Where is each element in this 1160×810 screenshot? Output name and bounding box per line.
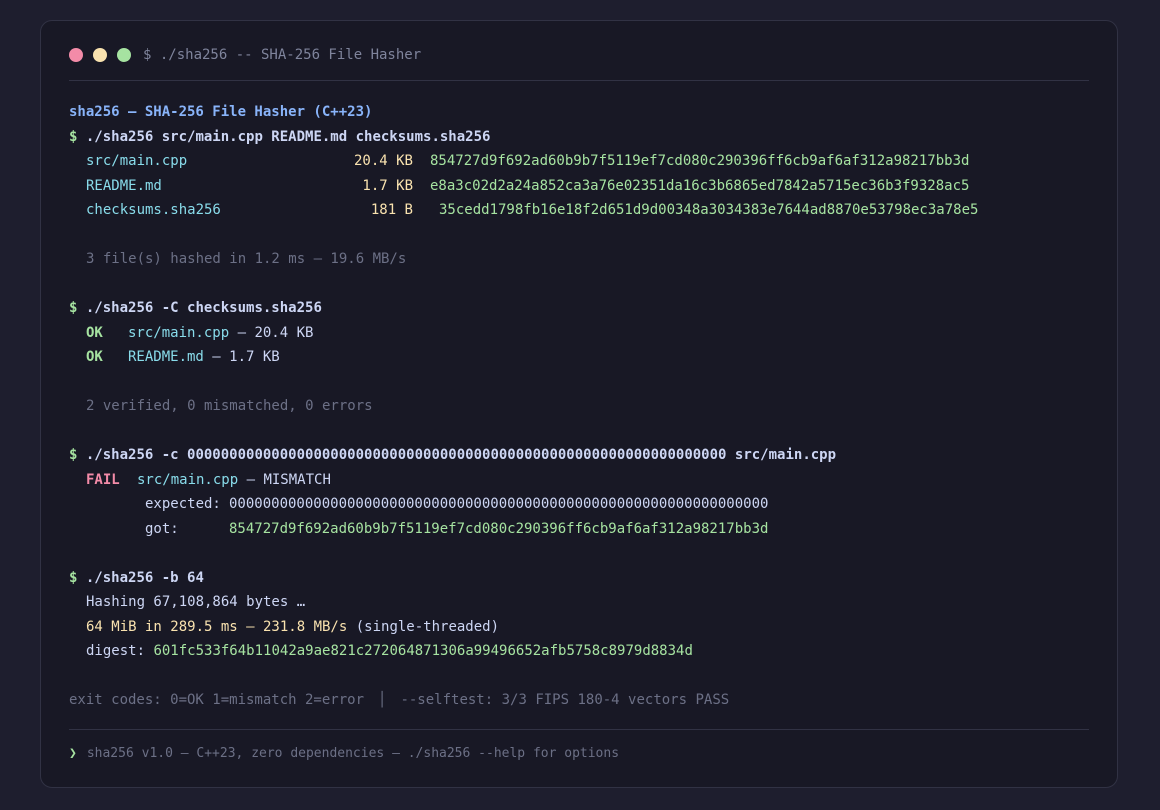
file-name: src/main.cpp: [86, 153, 188, 169]
file-size: 1.7 KB: [362, 177, 413, 194]
file-name: src/main.cpp: [137, 471, 239, 488]
expected-label: expected:: [145, 496, 221, 512]
status-ok-badge: OK: [86, 324, 103, 341]
command-line-check: $ ./sha256 -C checksums.sha256: [69, 296, 1089, 321]
command-text: ./sha256 src/main.cpp README.md checksum…: [85, 128, 491, 145]
hash-row: checksums.sha256 181 B 35cedd1798fb16e18f2…: [69, 198, 1089, 223]
verify-detail: — 20.4 KB: [229, 324, 314, 341]
status-ok-badge: OK: [86, 349, 103, 365]
got-value: 854727d9f692ad60b9b7f5119ef7cd080c290396…: [229, 520, 769, 537]
selftest-status: --selftest: 3/3 FIPS 180-4 vectors PASS: [400, 692, 730, 708]
file-name: README.md: [128, 349, 204, 365]
maximize-window-button[interactable]: [117, 48, 131, 62]
hash-row: README.md 1.7 KB e8a3c02d2a24a852ca3a76e02…: [69, 174, 1089, 199]
verify-row: OK src/main.cpp — 20.4 KB: [69, 321, 1089, 346]
benchmark-result: 64 MiB in 289.5 ms — 231.8 MB/s (single-…: [69, 615, 1089, 640]
file-hash: 35cedd1798fb16e18f2d651d9d00348a3034383e…: [439, 202, 979, 218]
got-label: got:: [145, 520, 179, 537]
terminal-window: $ ./sha256 -- SHA-256 File Hasher sha256…: [40, 20, 1118, 788]
digest-label: digest:: [86, 643, 146, 659]
title-bar: $ ./sha256 -- SHA-256 File Hasher: [69, 44, 1089, 66]
file-name: README.md: [86, 177, 162, 194]
terminal-output[interactable]: sha256 — SHA-256 File Hasher (C++23) $ .…: [69, 100, 1089, 713]
command-text: ./sha256 -C checksums.sha256: [85, 300, 322, 316]
expected-value: 0000000000000000000000000000000000000000…: [229, 496, 769, 512]
got-row: got: 854727d9f692ad60b9b7f5119ef7cd080c29…: [69, 517, 1089, 542]
file-hash: 854727d9f692ad60b9b7f5119ef7cd080c290396…: [430, 153, 970, 169]
minimize-window-button[interactable]: [93, 48, 107, 62]
expected-row: expected: 0000000000000000000000000000000…: [69, 492, 1089, 517]
program-header: sha256 — SHA-256 File Hasher (C++23): [69, 104, 373, 120]
hash-summary: 3 file(s) hashed in 1.2 ms — 19.6 MB/s: [86, 251, 407, 267]
prompt-symbol: $: [69, 128, 78, 145]
verify-summary: 2 verified, 0 mismatched, 0 errors: [86, 398, 373, 414]
verify-detail: — 1.7 KB: [203, 349, 280, 365]
digest-value: 601fc533f64b11042a9ae821c272064871306a99…: [153, 643, 693, 659]
hashing-progress: Hashing 67,108,864 bytes …: [86, 594, 306, 610]
command-line-benchmark: $ ./sha256 -b 64: [69, 566, 1089, 591]
footer: ❯ sha256 v1.0 — C++23, zero dependencies …: [69, 746, 619, 761]
chevron-icon: ❯: [69, 746, 77, 761]
prompt-symbol: $: [69, 569, 78, 586]
exit-codes: exit codes: 0=OK 1=mismatch 2=error: [69, 692, 365, 708]
file-hash: e8a3c02d2a24a852ca3a76e02351da16c3b6865e…: [430, 177, 970, 194]
status-fail-badge: FAIL: [86, 471, 120, 488]
command-line-hash: $ ./sha256 src/main.cpp README.md checks…: [69, 125, 1089, 150]
footer-text: sha256 v1.0 — C++23, zero dependencies —…: [86, 746, 620, 761]
mismatch-row: FAIL src/main.cpp — MISMATCH: [69, 468, 1089, 493]
file-name: src/main.cpp: [128, 324, 230, 341]
status-line: exit codes: 0=OK 1=mismatch 2=error │ --se…: [69, 688, 1089, 713]
file-name: checksums.sha256: [86, 202, 221, 218]
title-divider: [69, 80, 1089, 81]
verify-row: OK README.md — 1.7 KB: [69, 345, 1089, 370]
file-size: 20.4 KB: [353, 153, 413, 169]
close-window-button[interactable]: [69, 48, 83, 62]
prompt-symbol: $: [69, 447, 78, 463]
footer-divider: [69, 729, 1089, 730]
file-size: 181 B: [370, 202, 413, 218]
benchmark-note: (single-threaded): [347, 618, 500, 635]
command-line-compare: $ ./sha256 -c 00000000000000000000000000…: [69, 443, 1089, 468]
command-text: ./sha256 -c 0000000000000000000000000000…: [85, 447, 837, 463]
window-title: $ ./sha256 -- SHA-256 File Hasher: [143, 47, 422, 63]
prompt-symbol: $: [69, 300, 78, 316]
command-text: ./sha256 -b 64: [85, 569, 204, 586]
status-separator: │: [378, 692, 387, 708]
benchmark-throughput: 64 MiB in 289.5 ms — 231.8 MB/s: [86, 618, 348, 635]
mismatch-detail: — MISMATCH: [238, 471, 331, 488]
digest-row: digest: 601fc533f64b11042a9ae821c2720648…: [69, 639, 1089, 664]
hash-row: src/main.cpp 20.4 KB 854727d9f692ad60b9b7f…: [69, 149, 1089, 174]
